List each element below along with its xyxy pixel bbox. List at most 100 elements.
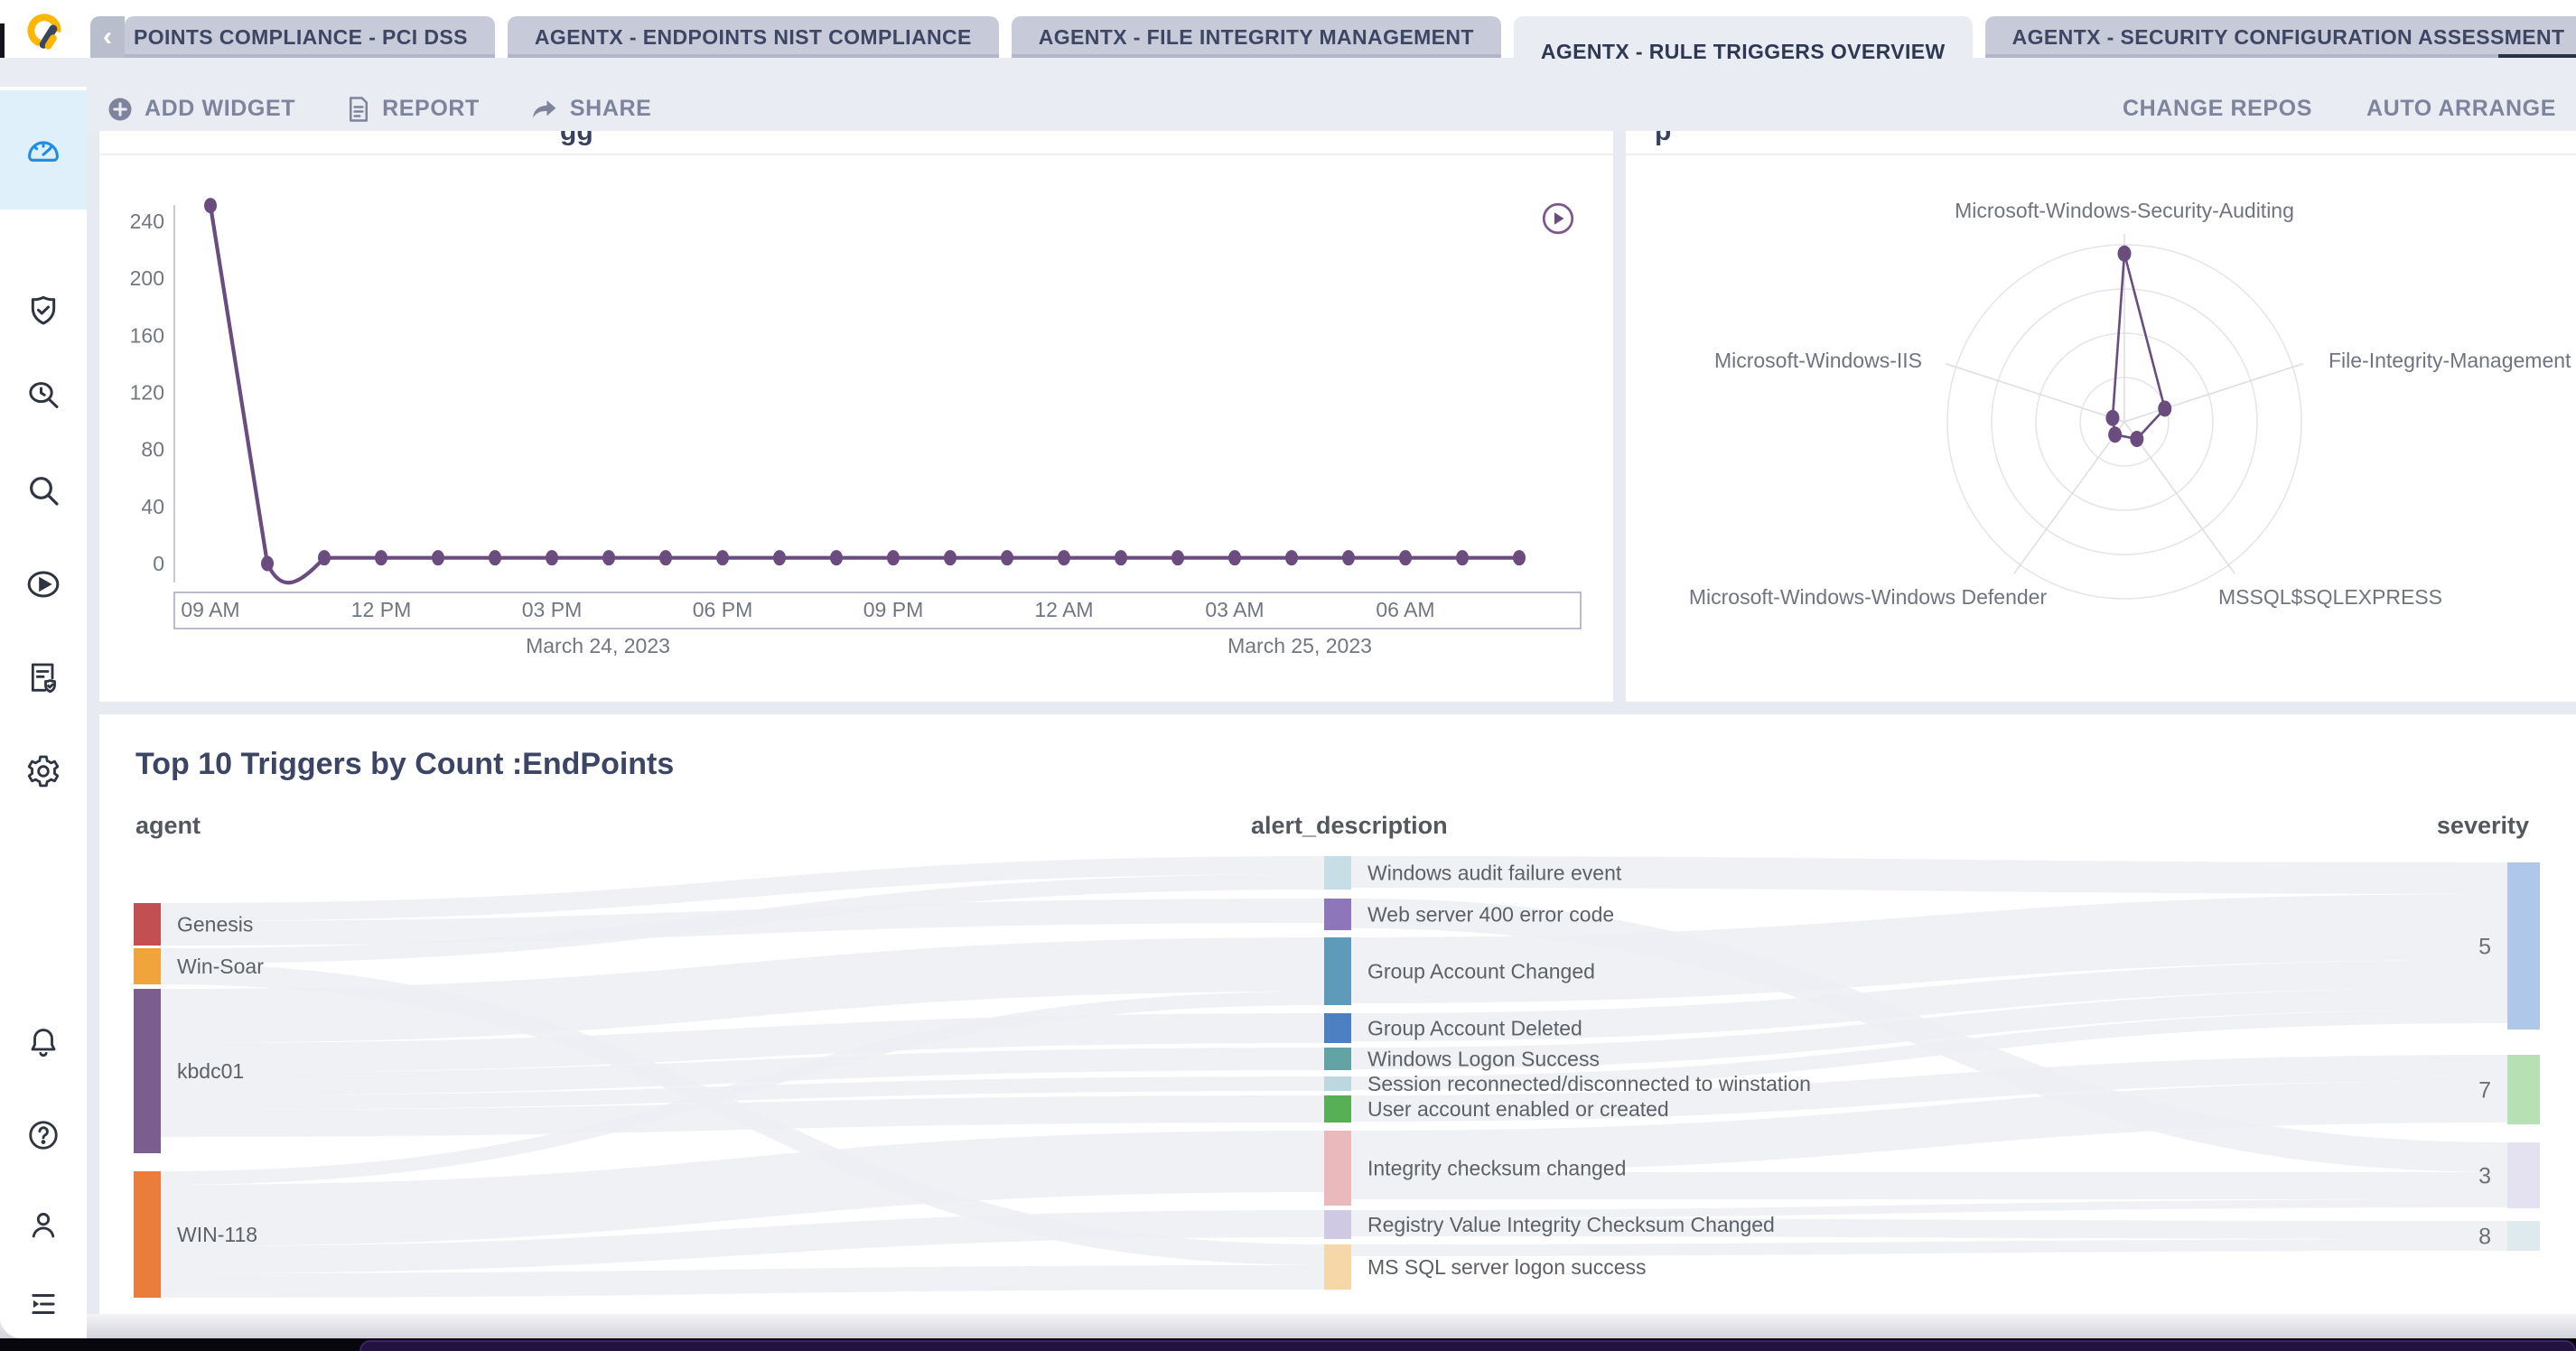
svg-text:40: 40 [141, 495, 164, 518]
top-10-triggers-sankey-widget: Top 10 Triggers by Count :EndPoints agen… [99, 714, 2576, 1325]
help-circle-icon [26, 1118, 61, 1152]
svg-text:Integrity checksum changed: Integrity checksum changed [1367, 1157, 1626, 1180]
auto-arrange-label: AUTO ARRANGE [2366, 96, 2556, 122]
svg-text:Genesis: Genesis [177, 913, 253, 936]
share-button[interactable]: SHARE [530, 96, 652, 123]
svg-text:Microsoft-Windows-Security-Aud: Microsoft-Windows-Security-Auditing [1955, 199, 2294, 222]
time-range-brush[interactable] [174, 592, 1581, 629]
rule-triggers-timeline-widget: gg 0408012016020024009 AM12 PM03 PM06 PM… [99, 131, 1613, 702]
dashboard-toolbar: ADD WIDGET REPORT SHARE CHANGE REPOS AUT [87, 87, 2576, 131]
left-nav-sidebar [0, 87, 87, 1338]
share-label: SHARE [570, 96, 652, 122]
tab-endpoints-compliance-pci-dss[interactable]: POINTS COMPLIANCE - PCI DSS [125, 16, 495, 58]
sidebar-item-compliance[interactable] [0, 267, 87, 354]
sankey-widget-title: Top 10 Triggers by Count :EndPoints [135, 747, 674, 782]
svg-text:120: 120 [130, 381, 164, 405]
clipped-widget-title: p [1626, 131, 2576, 155]
svg-text:March 25, 2023: March 25, 2023 [1227, 634, 1372, 657]
gear-icon [25, 753, 61, 789]
svg-text:5: 5 [2478, 935, 2491, 960]
sidebar-item-expand-menu[interactable] [0, 1261, 87, 1347]
sidebar-item-notifications[interactable] [0, 999, 87, 1085]
svg-text:User account enabled or create: User account enabled or created [1367, 1097, 1669, 1121]
svg-text:Microsoft-Windows-Windows Defe: Microsoft-Windows-Windows Defender [1689, 585, 2048, 609]
svg-text:MSSQL$SQLEXPRESS: MSSQL$SQLEXPRESS [2218, 585, 2442, 609]
sidebar-item-user[interactable] [0, 1181, 87, 1268]
dashboard-gauge-icon [24, 131, 62, 169]
tab-label: AGENTX - ENDPOINTS NIST COMPLIANCE [535, 25, 972, 50]
tab-label: AGENTX - SECURITY CONFIGURATION ASSESSME… [2012, 25, 2565, 50]
tab-agentx-endpoints-nist-compliance[interactable]: AGENTX - ENDPOINTS NIST COMPLIANCE [508, 16, 999, 58]
svg-text:160: 160 [130, 323, 164, 347]
tab-label: AGENTX - FILE INTEGRITY MANAGEMENT [1039, 25, 1474, 50]
svg-text:200: 200 [130, 266, 164, 290]
change-repos-button[interactable]: CHANGE REPOS [2123, 96, 2312, 122]
sidebar-item-search[interactable] [0, 447, 87, 534]
svg-text:8: 8 [2478, 1225, 2491, 1250]
sidebar-item-responses[interactable] [0, 541, 87, 628]
svg-text:WIN-118: WIN-118 [177, 1223, 257, 1246]
magnifier-clock-icon [25, 377, 61, 414]
svg-text:Session reconnected/disconnect: Session reconnected/disconnected to wins… [1367, 1072, 1811, 1095]
svg-text:7: 7 [2478, 1078, 2491, 1104]
triggers-by-source-radar-widget: p Microsoft-Windows-Security-Auditing Fil… [1626, 131, 2576, 702]
svg-text:Registry Value Integrity Check: Registry Value Integrity Checksum Change… [1367, 1213, 1775, 1236]
share-arrow-icon [530, 96, 559, 123]
qualys-logo [16, 7, 72, 56]
svg-text:240: 240 [130, 210, 164, 233]
report-label: REPORT [382, 96, 480, 122]
svg-text:File-Integrity-Management: File-Integrity-Management [2329, 349, 2571, 372]
sidebar-item-policy-report[interactable] [0, 635, 87, 722]
sidebar-item-dashboard[interactable] [0, 90, 87, 210]
tab-strip: ‹ POINTS COMPLIANCE - PCI DSS AGENTX - E… [90, 16, 2576, 58]
search-icon [25, 472, 61, 508]
svg-text:3: 3 [2478, 1164, 2491, 1189]
clipped-title-fragment: p [1655, 131, 1671, 147]
svg-text:Group Account Deleted: Group Account Deleted [1367, 1017, 1582, 1040]
auto-arrange-button[interactable]: AUTO ARRANGE [2366, 96, 2556, 122]
sidebar-item-help[interactable] [0, 1092, 87, 1179]
sankey-column-header-agent: agent [135, 812, 201, 840]
bell-icon [26, 1025, 61, 1059]
shield-check-icon [25, 293, 61, 329]
sankey-column-header-alert-description: alert_description [1251, 812, 1448, 840]
clipped-title-fragment: gg [560, 131, 593, 147]
svg-text:Web server 400 error code: Web server 400 error code [1367, 903, 1614, 927]
clipped-widget-title: gg [99, 131, 1613, 155]
svg-text:80: 80 [141, 438, 164, 461]
change-repos-label: CHANGE REPOS [2123, 96, 2312, 122]
bottom-scroll-fade [0, 1314, 2576, 1338]
tab-agentx-security-configuration-assessment[interactable]: AGENTX - SECURITY CONFIGURATION ASSESSME… [1985, 16, 2576, 58]
play-oval-icon [24, 566, 62, 602]
tab-label: AGENTX - RULE TRIGGERS OVERVIEW [1541, 40, 1946, 64]
sankey-column-header-severity: severity [2437, 812, 2529, 840]
svg-text:kbdc01: kbdc01 [177, 1059, 244, 1083]
tab-agentx-rule-triggers-overview[interactable]: AGENTX - RULE TRIGGERS OVERVIEW [1514, 16, 1973, 87]
document-shield-icon [25, 660, 61, 696]
report-document-icon [346, 96, 371, 123]
svg-text:Win-Soar: Win-Soar [177, 955, 264, 978]
indent-menu-icon [26, 1287, 61, 1321]
dashboard-canvas: gg 0408012016020024009 AM12 PM03 PM06 PM… [87, 131, 2576, 1314]
svg-text:Microsoft-Windows-IIS: Microsoft-Windows-IIS [1714, 349, 1922, 372]
event-source-radar-chart: Microsoft-Windows-Security-Auditing File-… [1626, 131, 2576, 702]
plus-circle-icon [107, 96, 134, 123]
report-button[interactable]: REPORT [346, 96, 480, 123]
svg-text:0: 0 [153, 552, 164, 575]
triggers-sankey-chart: Genesis Win-Soar kbdc01 WIN-118 Windows audi… [99, 714, 2576, 1325]
background-window-top [359, 1340, 2576, 1351]
svg-text:Windows Logon Success: Windows Logon Success [1367, 1048, 1600, 1071]
add-widget-label: ADD WIDGET [145, 96, 295, 122]
tab-agentx-file-integrity-management[interactable]: AGENTX - FILE INTEGRITY MANAGEMENT [1012, 16, 1501, 58]
tab-label: POINTS COMPLIANCE - PCI DSS [134, 25, 468, 50]
add-widget-button[interactable]: ADD WIDGET [107, 96, 295, 123]
dashboard-tab-bar: ‹ POINTS COMPLIANCE - PCI DSS AGENTX - E… [0, 0, 2576, 58]
svg-text:March 24, 2023: March 24, 2023 [526, 634, 670, 657]
svg-text:Windows audit failure event: Windows audit failure event [1367, 862, 1622, 885]
tabs-scroll-left-chevron-icon[interactable]: ‹ [90, 16, 125, 58]
svg-text:Group Account Changed: Group Account Changed [1367, 960, 1595, 983]
trend-play-button[interactable] [1542, 202, 1574, 235]
sidebar-item-investigate[interactable] [0, 352, 87, 439]
dashboard-app: ‹ POINTS COMPLIANCE - PCI DSS AGENTX - E… [0, 0, 2576, 1351]
sidebar-item-settings[interactable] [0, 728, 87, 815]
